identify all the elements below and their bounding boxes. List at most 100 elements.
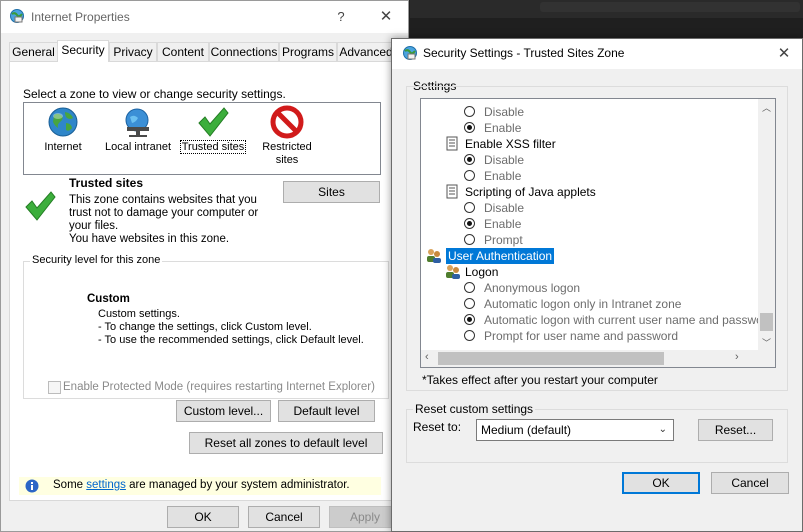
radio-button[interactable] bbox=[464, 106, 475, 117]
setting-document-icon bbox=[445, 136, 459, 151]
horizontal-scrollbar[interactable]: ‹ › bbox=[421, 350, 758, 367]
setting-option[interactable]: Prompt bbox=[464, 232, 523, 248]
setting-subheader: Logon bbox=[445, 264, 498, 280]
radio-button-selected[interactable] bbox=[464, 154, 475, 165]
setting-header: Scripting of Java applets bbox=[445, 184, 596, 200]
zone-description-line-4: You have websites in this zone. bbox=[69, 233, 230, 245]
trusted-sites-checkmark-icon bbox=[23, 189, 59, 223]
zone-list: Internet Local intranet Trusted sites Re… bbox=[23, 102, 381, 175]
admin-info-text: Some settings are managed by your system… bbox=[53, 479, 350, 491]
cancel-button[interactable]: Cancel bbox=[248, 506, 320, 528]
setting-option[interactable]: Enable bbox=[464, 120, 521, 136]
ok-button[interactable]: OK bbox=[167, 506, 239, 528]
zone-restricted-sites[interactable]: Restricted sites bbox=[252, 103, 322, 167]
tab-security[interactable]: Security bbox=[57, 40, 109, 62]
protected-mode-label: Enable Protected Mode (requires restarti… bbox=[63, 381, 375, 393]
admin-info-bar: Some settings are managed by your system… bbox=[19, 477, 381, 495]
radio-button[interactable] bbox=[464, 298, 475, 309]
radio-button[interactable] bbox=[464, 330, 475, 341]
setting-option[interactable]: Disable bbox=[464, 104, 524, 120]
zone-internet[interactable]: Internet bbox=[28, 103, 98, 154]
settings-tree: Disable Enable Enable XSS filter Disable… bbox=[420, 98, 776, 368]
setting-option[interactable]: Anonymous logon bbox=[464, 280, 580, 296]
protected-mode-checkbox[interactable] bbox=[48, 381, 61, 394]
close-button[interactable]: ✕ bbox=[374, 6, 398, 28]
users-icon bbox=[445, 264, 461, 279]
setting-option[interactable]: Automatic logon only in Intranet zone bbox=[464, 296, 681, 312]
info-icon bbox=[25, 479, 39, 493]
title-bar: Internet Properties ? ✕ bbox=[1, 1, 408, 33]
security-level-title: Security level for this zone bbox=[30, 254, 163, 266]
scroll-left-icon[interactable]: ‹ bbox=[425, 351, 429, 363]
security-level-name: Custom bbox=[87, 293, 130, 305]
tab-privacy[interactable]: Privacy bbox=[109, 42, 157, 61]
scroll-down-icon[interactable]: ﹀ bbox=[762, 336, 771, 349]
security-settings-window: Security Settings - Trusted Sites Zone ✕… bbox=[391, 38, 803, 532]
help-button[interactable]: ? bbox=[329, 6, 353, 28]
radio-button[interactable] bbox=[464, 170, 475, 181]
tab-programs[interactable]: Programs bbox=[279, 42, 337, 61]
desktop-blurred-text bbox=[540, 2, 800, 12]
chevron-down-icon: ⌄ bbox=[658, 424, 667, 435]
reset-to-label: Reset to: bbox=[413, 420, 462, 434]
reset-to-dropdown[interactable]: Medium (default) ⌄ bbox=[476, 419, 674, 441]
zone-title: Trusted sites bbox=[69, 176, 144, 190]
zone-description-line-2: trust not to damage your computer or bbox=[69, 207, 259, 219]
setting-category-selected[interactable]: User Authentication bbox=[426, 248, 555, 264]
radio-button-selected[interactable] bbox=[464, 218, 475, 229]
tab-connections[interactable]: Connections bbox=[209, 42, 279, 61]
radio-button[interactable] bbox=[464, 202, 475, 213]
default-level-button[interactable]: Default level bbox=[278, 400, 375, 422]
security-level-desc-2: - To change the settings, click Custom l… bbox=[98, 321, 312, 333]
zone-internet-label: Internet bbox=[44, 141, 82, 153]
tab-advanced[interactable]: Advanced bbox=[337, 42, 395, 61]
takes-effect-note: *Takes effect after you restart your com… bbox=[422, 373, 658, 387]
radio-button[interactable] bbox=[464, 282, 475, 293]
zone-trusted-sites[interactable]: Trusted sites bbox=[177, 103, 249, 154]
security-level-desc-3: - To use the recommended settings, click… bbox=[98, 334, 364, 346]
sites-button[interactable]: Sites bbox=[283, 181, 380, 203]
vertical-scrollbar[interactable]: ︿ ﹀ bbox=[758, 99, 775, 351]
zone-restricted-sites-label: Restricted sites bbox=[262, 141, 312, 166]
reset-button[interactable]: Reset... bbox=[698, 419, 773, 441]
settings-close-button[interactable]: ✕ bbox=[772, 43, 796, 65]
horizontal-scroll-thumb[interactable] bbox=[438, 352, 664, 365]
setting-option[interactable]: Enable bbox=[464, 168, 521, 184]
setting-option[interactable]: Enable bbox=[464, 216, 521, 232]
tab-general[interactable]: General bbox=[9, 42, 58, 61]
radio-button[interactable] bbox=[464, 234, 475, 245]
reset-group-title: Reset custom settings bbox=[413, 402, 536, 416]
setting-document-icon bbox=[445, 184, 459, 199]
scrollbar-corner bbox=[758, 350, 775, 367]
security-level-desc-1: Custom settings. bbox=[98, 308, 180, 320]
zone-local-intranet-label: Local intranet bbox=[104, 141, 172, 153]
scroll-up-icon[interactable]: ︿ bbox=[762, 101, 771, 114]
reset-all-zones-button[interactable]: Reset all zones to default level bbox=[189, 432, 383, 454]
setting-option[interactable]: Prompt for user name and password bbox=[464, 328, 678, 344]
window-title: Internet Properties bbox=[31, 10, 130, 24]
radio-button-selected[interactable] bbox=[464, 314, 475, 325]
settings-ok-button[interactable]: OK bbox=[622, 472, 700, 494]
restricted-icon bbox=[270, 105, 304, 139]
vertical-scroll-thumb[interactable] bbox=[760, 313, 773, 331]
setting-option[interactable]: Disable bbox=[464, 200, 524, 216]
zone-local-intranet[interactable]: Local intranet bbox=[100, 103, 176, 154]
setting-header: Enable XSS filter bbox=[445, 136, 556, 152]
scroll-right-icon[interactable]: › bbox=[735, 351, 739, 363]
setting-option[interactable]: Disable bbox=[464, 152, 524, 168]
custom-level-button[interactable]: Custom level... bbox=[176, 400, 271, 422]
zone-description-line-1: This zone contains websites that you bbox=[69, 194, 257, 206]
zone-trusted-sites-label: Trusted sites bbox=[179, 140, 247, 154]
settings-cancel-button[interactable]: Cancel bbox=[711, 472, 789, 494]
internet-options-icon bbox=[402, 45, 418, 61]
globe-icon bbox=[46, 105, 80, 139]
zone-prompt: Select a zone to view or change security… bbox=[23, 87, 286, 101]
setting-option[interactable]: Automatic logon with current user name a… bbox=[464, 312, 773, 328]
radio-button-selected[interactable] bbox=[464, 122, 475, 133]
settings-link[interactable]: settings bbox=[86, 479, 126, 491]
tab-content[interactable]: Content bbox=[157, 42, 209, 61]
internet-properties-window: Internet Properties ? ✕ General Security… bbox=[0, 0, 409, 532]
intranet-icon bbox=[121, 105, 155, 139]
settings-title-bar: Security Settings - Trusted Sites Zone ✕ bbox=[392, 39, 802, 69]
internet-options-icon bbox=[9, 8, 25, 24]
